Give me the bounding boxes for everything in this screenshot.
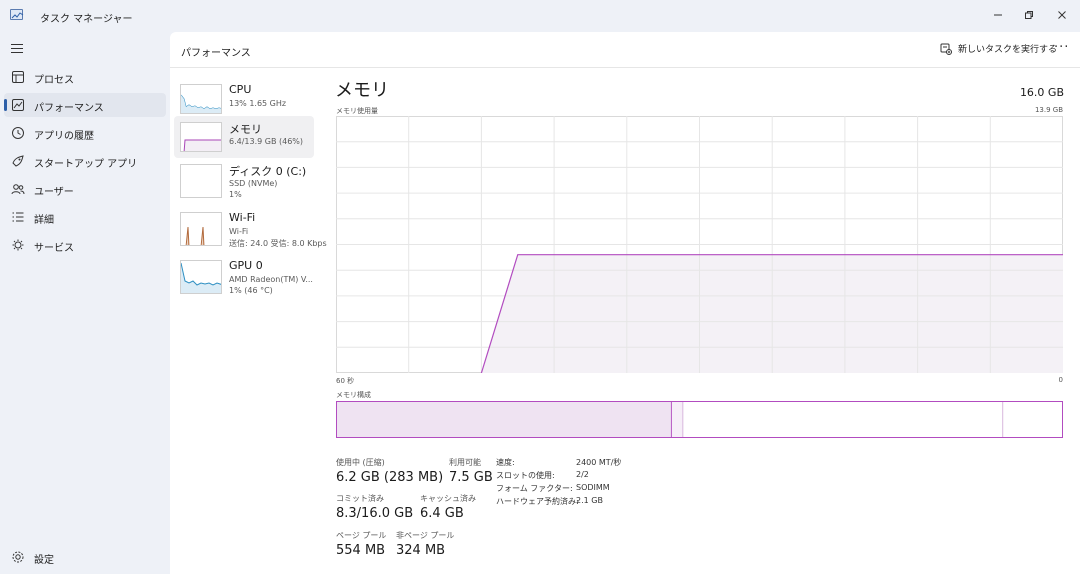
sidebar-item-performance[interactable]: パフォーマンス [4,93,166,117]
nonpaged-pool-label: 非ページ プール [396,531,455,540]
spec-value-speed: 2400 MT/秒 [576,458,622,467]
task-manager-icon [10,9,24,20]
composition-in-use [337,402,672,437]
sidebar-item-label: ユーザー [34,187,74,198]
minimize-icon [994,14,1002,16]
page-title: パフォーマンス [181,48,251,59]
close-icon [1058,11,1066,19]
sidebar-item-label: 設定 [34,555,54,566]
memory-thumbnail-graph [180,122,222,152]
in-use-label: 使用中 (圧縮) [336,458,385,467]
services-icon [12,239,24,251]
memory-total: 16.0 GB [1019,86,1064,99]
sidebar-item-settings[interactable]: 設定 [4,545,166,569]
cached-label: キャッシュ済み [420,494,476,503]
sidebar-item-app-history[interactable]: アプリの履歴 [4,121,166,145]
users-icon [11,184,25,195]
run-task-icon [940,43,952,55]
sidebar-item-startup-apps[interactable]: スタートアップ アプリ [4,149,166,173]
sidebar-item-processes[interactable]: プロセス [4,65,166,89]
processes-icon [12,71,24,83]
startup-icon [12,155,24,167]
more-options-button[interactable]: ··· [1054,40,1069,55]
chart-axis-left-label: 60 秒 [336,377,355,385]
spec-key-speed: 速度: [496,458,515,467]
sidebar-item-users[interactable]: ユーザー [4,177,166,201]
perf-item-sub: Wi-Fi [229,227,249,236]
sidebar-item-label: スタートアップ アプリ [34,159,138,170]
perf-item-name: ディスク 0 (C:) [229,165,307,178]
perf-item-wifi[interactable]: Wi-Fi Wi-Fi 送信: 24.0 受信: 8.0 Kbps [174,206,327,248]
committed-value: 8.3/16.0 GB [336,506,414,521]
performance-icon [12,99,24,111]
perf-item-disk[interactable]: ディスク 0 (C:) SSD (NVMe) 1% [174,158,314,200]
restore-icon [1025,11,1033,19]
perf-item-sub: SSD (NVMe) [229,179,278,188]
perf-item-sub-2: 送信: 24.0 受信: 8.0 Kbps [229,239,327,248]
composition-modified [671,402,683,437]
gear-icon [12,551,24,563]
perf-item-memory[interactable]: メモリ 6.4/13.9 GB (46%) [174,116,314,158]
close-button[interactable] [1045,0,1079,30]
main-panel: パフォーマンス 新しいタスクを実行する ··· CPU 13% 1.65 GHz… [170,32,1080,574]
spec-value-hw-reserved: 2.1 GB [576,496,603,505]
sidebar-item-label: 詳細 [34,215,54,226]
memory-usage-label: メモリ使用量 [336,107,378,115]
in-use-value: 6.2 GB (283 MB) [336,470,444,485]
run-new-task-button[interactable]: 新しいタスクを実行する [940,42,1057,55]
run-new-task-label: 新しいタスクを実行する [958,45,1058,55]
sidebar-item-label: サービス [34,243,74,254]
perf-item-name: CPU [229,83,252,96]
perf-item-sub: AMD Radeon(TM) V... [229,275,313,284]
history-icon [12,127,24,139]
perf-item-cpu[interactable]: CPU 13% 1.65 GHz [174,78,314,120]
memory-composition-label: メモリ構成 [336,391,371,399]
sidebar-item-services[interactable]: サービス [4,233,166,257]
spec-value-slots: 2/2 [576,470,589,479]
paged-pool-label: ページ プール [336,531,387,540]
title-bar: タスク マネージャー [0,0,1080,32]
spec-key-form-factor: フォーム ファクター: [496,484,573,493]
perf-item-name: メモリ [229,123,262,136]
disk-thumbnail-graph [180,164,222,198]
memory-composition-bar [336,401,1063,438]
gpu-thumbnail-graph [180,260,222,294]
spec-key-slots: スロットの使用: [496,471,555,480]
sidebar-item-label: アプリの履歴 [34,131,94,142]
perf-item-sub: 6.4/13.9 GB (46%) [229,137,304,146]
cpu-thumbnail-graph [180,84,222,114]
chart-axis-right-label: 0 [1058,376,1063,384]
committed-label: コミット済み [336,494,384,503]
wifi-thumbnail-graph [180,212,222,246]
spec-key-hw-reserved: ハードウェア予約済み: [496,497,579,506]
perf-item-gpu[interactable]: GPU 0 AMD Radeon(TM) V... 1% (46 °C) [174,254,314,296]
perf-item-sub-2: 1% (46 °C) [229,286,273,295]
window-title: タスク マネージャー [40,14,133,25]
memory-usage-max: 13.9 GB [1034,106,1063,114]
paged-pool-value: 554 MB [336,543,386,558]
perf-item-sub-2: 1% [229,190,242,199]
sidebar-item-details[interactable]: 詳細 [4,205,166,229]
page-header: パフォーマンス 新しいタスクを実行する ··· [170,32,1080,68]
available-value: 7.5 GB [449,470,493,485]
details-icon [12,212,24,222]
detail-title: メモリ [335,80,389,101]
perf-item-name: GPU 0 [229,259,263,272]
spec-value-form-factor: SODIMM [576,483,610,492]
cached-value: 6.4 GB [420,506,464,521]
nonpaged-pool-value: 324 MB [396,543,446,558]
sidebar: プロセス パフォーマンス アプリの履歴 スタートアップ アプリ ユーザー 詳細 … [0,32,170,574]
available-label: 利用可能 [449,458,481,467]
minimize-button[interactable] [981,0,1015,30]
perf-item-name: Wi-Fi [229,211,256,224]
sidebar-item-label: プロセス [34,75,74,86]
perf-item-sub: 13% 1.65 GHz [229,99,287,108]
hamburger-menu-icon[interactable] [11,43,24,54]
memory-usage-chart [336,116,1063,373]
sidebar-item-label: パフォーマンス [34,103,104,114]
restore-button[interactable] [1012,0,1046,30]
